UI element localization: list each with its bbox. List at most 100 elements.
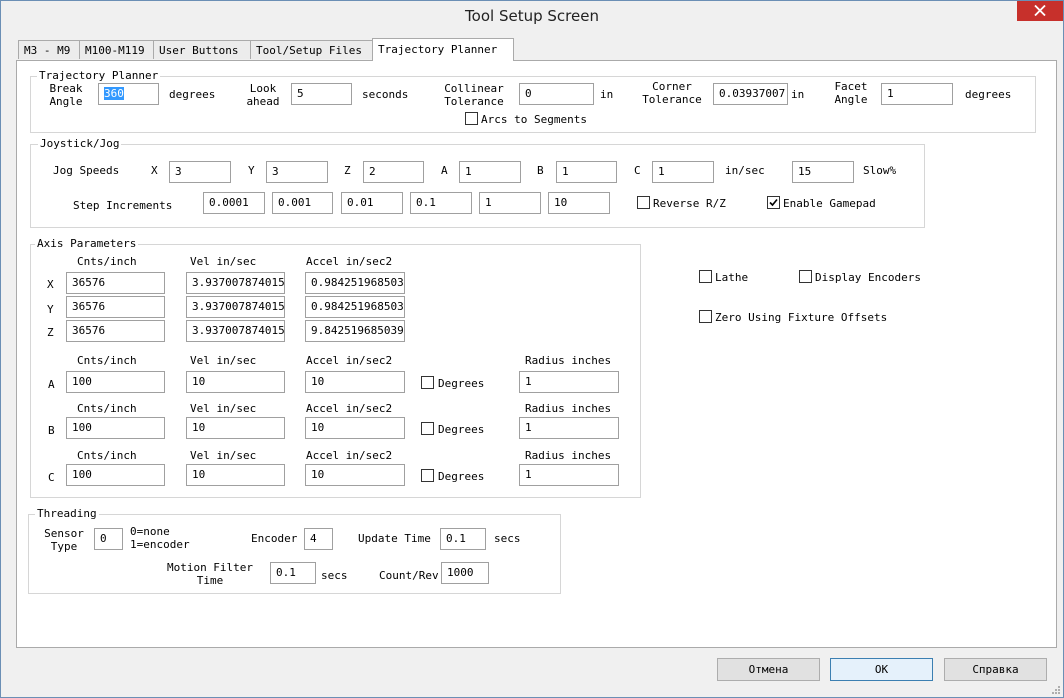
c-degrees-checkbox[interactable] (421, 469, 434, 482)
a-cnts-input[interactable]: 100 (66, 371, 165, 393)
b-radius-input[interactable]: 1 (519, 417, 619, 439)
c-accel-input[interactable]: 10 (305, 464, 405, 486)
jog-speed-c-input[interactable]: 1 (652, 161, 714, 183)
y-accel-input[interactable]: 0.984251968503 (305, 296, 405, 318)
x-cnts-input[interactable]: 36576 (66, 272, 165, 294)
slow-percent-input[interactable]: 15 (792, 161, 854, 183)
step-increment-5-input[interactable]: 1 (479, 192, 541, 214)
break-angle-unit: degrees (169, 88, 216, 101)
jog-axis-y-label: Y (248, 164, 255, 177)
encoder-label: Encoder (251, 532, 298, 545)
checkmark-icon (769, 198, 778, 207)
facet-angle-unit: degrees (965, 88, 1012, 101)
a-degrees-checkbox[interactable] (421, 376, 434, 389)
window-title: Tool Setup Screen (465, 7, 599, 25)
c-accel-header: Accel in/sec2 (306, 449, 393, 462)
axis-x-label: X (47, 278, 54, 291)
enable-gamepad-checkbox[interactable] (767, 196, 780, 209)
jog-speeds-label: Jog Speeds (53, 164, 120, 177)
z-accel-input[interactable]: 9.842519685039 (305, 320, 405, 342)
y-vel-input[interactable]: 3.937007874015 (186, 296, 285, 318)
x-accel-input[interactable]: 0.984251968503 (305, 272, 405, 294)
cancel-button[interactable]: Отмена (717, 658, 820, 681)
motion-filter-unit: secs (321, 569, 348, 582)
display-encoders-checkbox[interactable] (799, 270, 812, 283)
threading-title: Threading (35, 507, 99, 520)
reverse-rz-checkbox[interactable] (637, 196, 650, 209)
step-increment-2-input[interactable]: 0.001 (272, 192, 333, 214)
lathe-checkbox[interactable] (699, 270, 712, 283)
z-cnts-input[interactable]: 36576 (66, 320, 165, 342)
a-radius-input[interactable]: 1 (519, 371, 619, 393)
axis-b-label: B (48, 424, 55, 437)
motion-filter-input[interactable]: 0.1 (270, 562, 316, 584)
b-vel-input[interactable]: 10 (186, 417, 285, 439)
jog-speed-z-input[interactable]: 2 (363, 161, 424, 183)
axis-z-label: Z (47, 326, 54, 339)
step-increment-6-input[interactable]: 10 (548, 192, 610, 214)
zero-fixture-offsets-checkbox[interactable] (699, 310, 712, 323)
close-button[interactable] (1017, 1, 1063, 21)
b-degrees-checkbox[interactable] (421, 422, 434, 435)
tab-trajectory-planner[interactable]: Trajectory Planner (372, 38, 514, 61)
break-angle-label: Break Angle (49, 82, 83, 108)
axis-a-label: A (48, 378, 55, 391)
c-cnts-input[interactable]: 100 (66, 464, 165, 486)
tab-m100-m119[interactable]: M100-M119 (79, 40, 154, 59)
y-cnts-input[interactable]: 36576 (66, 296, 165, 318)
a-accel-header: Accel in/sec2 (306, 354, 393, 367)
jog-speed-x-input[interactable]: 3 (169, 161, 231, 183)
facet-angle-label: Facet Angle (834, 80, 868, 106)
a-accel-input[interactable]: 10 (305, 371, 405, 393)
corner-tolerance-input[interactable]: 0.03937007 (713, 83, 788, 105)
tab-m3-m9[interactable]: M3 - M9 (18, 40, 80, 59)
jog-speed-a-input[interactable]: 1 (459, 161, 521, 183)
b-radius-header: Radius inches (525, 402, 612, 415)
jog-speed-y-input[interactable]: 3 (266, 161, 328, 183)
jog-axis-a-label: A (441, 164, 448, 177)
look-ahead-input[interactable]: 5 (291, 83, 352, 105)
jog-speed-b-input[interactable]: 1 (556, 161, 617, 183)
tab-user-buttons[interactable]: User Buttons (153, 40, 251, 59)
b-accel-input[interactable]: 10 (305, 417, 405, 439)
collinear-tolerance-label: Collinear Tolerance (444, 82, 504, 108)
c-vel-header: Vel in/sec (190, 449, 257, 462)
arcs-to-segments-checkbox[interactable] (465, 112, 478, 125)
axis-c-label: C (48, 471, 55, 484)
b-cnts-input[interactable]: 100 (66, 417, 165, 439)
update-time-input[interactable]: 0.1 (440, 528, 486, 550)
sensor-type-input[interactable]: 0 (94, 528, 123, 550)
c-radius-input[interactable]: 1 (519, 464, 619, 486)
title-bar[interactable]: Tool Setup Screen (1, 1, 1063, 31)
encoder-input[interactable]: 4 (304, 528, 333, 550)
count-rev-label: Count/Rev (379, 569, 439, 582)
help-button[interactable]: Справка (944, 658, 1047, 681)
a-cnts-header: Cnts/inch (77, 354, 137, 367)
ok-button[interactable]: OK (830, 658, 933, 681)
axis-parameters-title: Axis Parameters (35, 237, 139, 250)
b-vel-header: Vel in/sec (190, 402, 257, 415)
jog-speed-unit: in/sec (725, 164, 765, 177)
c-vel-input[interactable]: 10 (186, 464, 285, 486)
sensor-type-hint: 0=none 1=encoder (130, 525, 190, 551)
step-increment-4-input[interactable]: 0.1 (410, 192, 472, 214)
facet-angle-input[interactable]: 1 (881, 83, 953, 105)
resize-grip-icon[interactable] (1050, 684, 1061, 695)
collinear-tolerance-input[interactable]: 0 (519, 83, 594, 105)
jog-axis-z-label: Z (344, 164, 351, 177)
a-vel-input[interactable]: 10 (186, 371, 285, 393)
x-vel-input[interactable]: 3.937007874015 (186, 272, 285, 294)
break-angle-input[interactable]: 360 (98, 83, 159, 105)
lathe-label: Lathe (715, 271, 749, 284)
joystick-jog-group (30, 144, 925, 228)
tab-tool-setup-files[interactable]: Tool/Setup Files (250, 40, 373, 59)
step-increment-3-input[interactable]: 0.01 (341, 192, 403, 214)
accel-header: Accel in/sec2 (306, 255, 393, 268)
zero-fixture-offsets-label: Zero Using Fixture Offsets (715, 311, 888, 324)
step-increments-label: Step Increments (73, 199, 173, 212)
axis-y-label: Y (47, 303, 54, 316)
count-rev-input[interactable]: 1000 (441, 562, 489, 584)
step-increment-1-input[interactable]: 0.0001 (203, 192, 265, 214)
c-cnts-header: Cnts/inch (77, 449, 137, 462)
z-vel-input[interactable]: 3.937007874015 (186, 320, 285, 342)
